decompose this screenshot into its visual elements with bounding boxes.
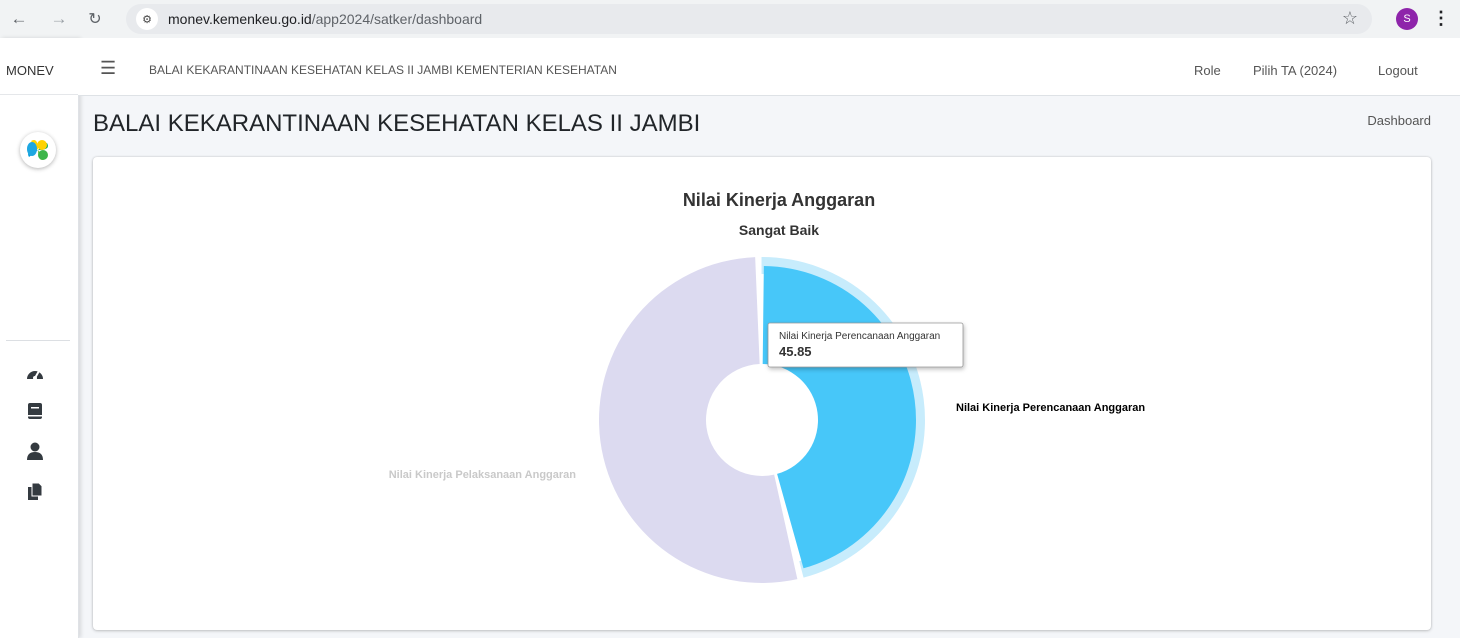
tooltip-label: Nilai Kinerja Perencanaan Anggaran — [779, 331, 940, 342]
tooltip-value: 45.85 — [779, 344, 812, 359]
page-title: BALAI KEKARANTINAAN KESEHATAN KELAS II J… — [93, 110, 701, 137]
divider — [6, 340, 70, 341]
role-link[interactable]: Role — [1194, 63, 1221, 78]
tachometer-icon[interactable] — [25, 364, 45, 384]
chart-title: Nilai Kinerja Anggaran — [683, 190, 875, 210]
breadcrumb[interactable]: Dashboard — [1367, 113, 1431, 128]
browser-menu-icon[interactable]: ⋮ — [1432, 8, 1450, 30]
slice-label: Nilai Kinerja Pelaksanaan Anggaran — [389, 469, 577, 481]
copy-icon[interactable] — [25, 481, 45, 501]
pie-slice[interactable] — [762, 266, 917, 569]
browser-toolbar: ← → ↻ ⚙ monev.kemenkeu.go.id/app2024/sat… — [0, 0, 1460, 38]
top-navbar: ☰ BALAI KEKARANTINAAN KESEHATAN KELAS II… — [78, 38, 1460, 96]
year-selector-link[interactable]: Pilih TA (2024) — [1253, 63, 1337, 78]
kemenkes-logo — [20, 132, 56, 168]
chart-subtitle: Sangat Baik — [739, 222, 819, 238]
slice-label: Nilai Kinerja Perencanaan Anggaran — [956, 402, 1145, 414]
url-text[interactable]: monev.kemenkeu.go.id/app2024/satker/dash… — [168, 11, 482, 27]
site-settings-icon[interactable]: ⚙ — [136, 8, 158, 30]
reload-icon[interactable]: ↻ — [84, 8, 106, 30]
brand-text[interactable]: MONEV — [6, 63, 54, 78]
chart: Nilai Kinerja Anggaran Sangat Baik Nilai… — [389, 190, 1145, 583]
user-icon[interactable] — [25, 441, 45, 461]
hamburger-menu-icon[interactable]: ☰ — [100, 58, 116, 79]
profile-avatar[interactable]: S — [1396, 8, 1418, 30]
back-icon[interactable]: ← — [8, 8, 30, 30]
chart-card: Nilai Kinerja Anggaran Sangat Baik Nilai… — [93, 157, 1431, 630]
logout-link[interactable]: Logout — [1378, 63, 1418, 78]
divider — [0, 94, 78, 95]
chart-tooltip: Nilai Kinerja Perencanaan Anggaran 45.85 — [767, 322, 964, 368]
organization-name: BALAI KEKARANTINAAN KESEHATAN KELAS II J… — [149, 63, 617, 77]
forward-icon[interactable]: → — [48, 8, 70, 30]
sidebar: MONEV — [0, 38, 79, 638]
bookmark-star-icon[interactable]: ☆ — [1342, 8, 1358, 29]
book-icon[interactable] — [25, 401, 45, 421]
address-bar[interactable]: ⚙ monev.kemenkeu.go.id/app2024/satker/da… — [126, 4, 1372, 34]
